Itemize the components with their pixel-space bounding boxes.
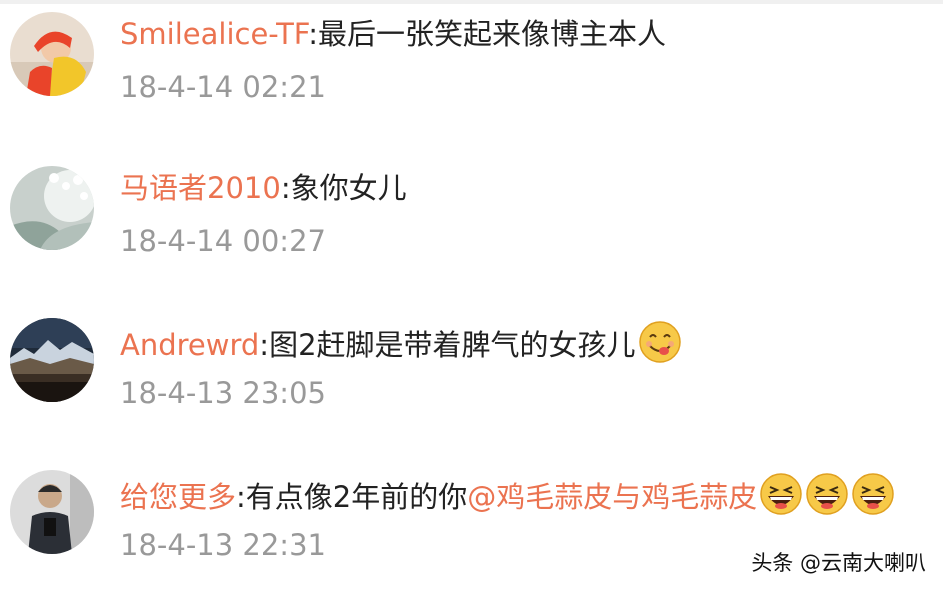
comment-timestamp: 18-4-14 02:21 [120,70,326,104]
comment-line: Smilealice-TF:最后一张笑起来像博主本人 [120,14,666,54]
laughing-face-emoji [759,472,803,516]
comment-text: 最后一张笑起来像博主本人 [318,17,667,51]
separator: : [308,17,319,51]
username-link[interactable]: Andrewrd [120,328,259,362]
mention-link[interactable]: @鸡毛蒜皮与鸡毛蒜皮 [467,480,757,514]
avatar[interactable] [10,470,94,554]
avatar[interactable] [10,318,94,402]
username-link[interactable]: 给您更多 [120,480,236,514]
comment-item: 马语者2010:象你女儿 18-4-14 00:27 [0,154,943,304]
comment-timestamp: 18-4-13 23:05 [120,376,326,410]
yummy-face-emoji [638,320,682,364]
comment-timestamp: 18-4-14 00:27 [120,224,326,258]
comment-item: Smilealice-TF:最后一张笑起来像博主本人 18-4-14 02:21 [0,0,943,150]
separator: : [259,328,270,362]
comment-line: 给您更多:有点像2年前的你@鸡毛蒜皮与鸡毛蒜皮 [120,472,895,515]
avatar[interactable] [10,166,94,250]
comment-item: Andrewrd:图2赶脚是带着脾气的女孩儿 18-4-13 23:05 [0,306,943,456]
comment-line: Andrewrd:图2赶脚是带着脾气的女孩儿 [120,320,682,363]
comment-item: 给您更多:有点像2年前的你@鸡毛蒜皮与鸡毛蒜皮 18-4-13 22:31 [0,458,943,608]
avatar[interactable] [10,12,94,96]
laughing-face-emoji [851,472,895,516]
comment-text: 有点像2年前的你 [245,480,468,514]
separator: : [280,171,291,205]
comment-line: 马语者2010:象你女儿 [120,168,407,208]
separator: : [236,480,246,514]
comment-text: 象你女儿 [290,171,407,205]
watermark: 头条 @云南大喇叭 [751,551,926,575]
comment-text: 图2赶脚是带着脾气的女孩儿 [269,328,636,362]
username-link[interactable]: Smilealice-TF [120,17,308,51]
username-link[interactable]: 马语者2010 [120,171,281,205]
comment-timestamp: 18-4-13 22:31 [120,528,326,562]
laughing-face-emoji [805,472,849,516]
